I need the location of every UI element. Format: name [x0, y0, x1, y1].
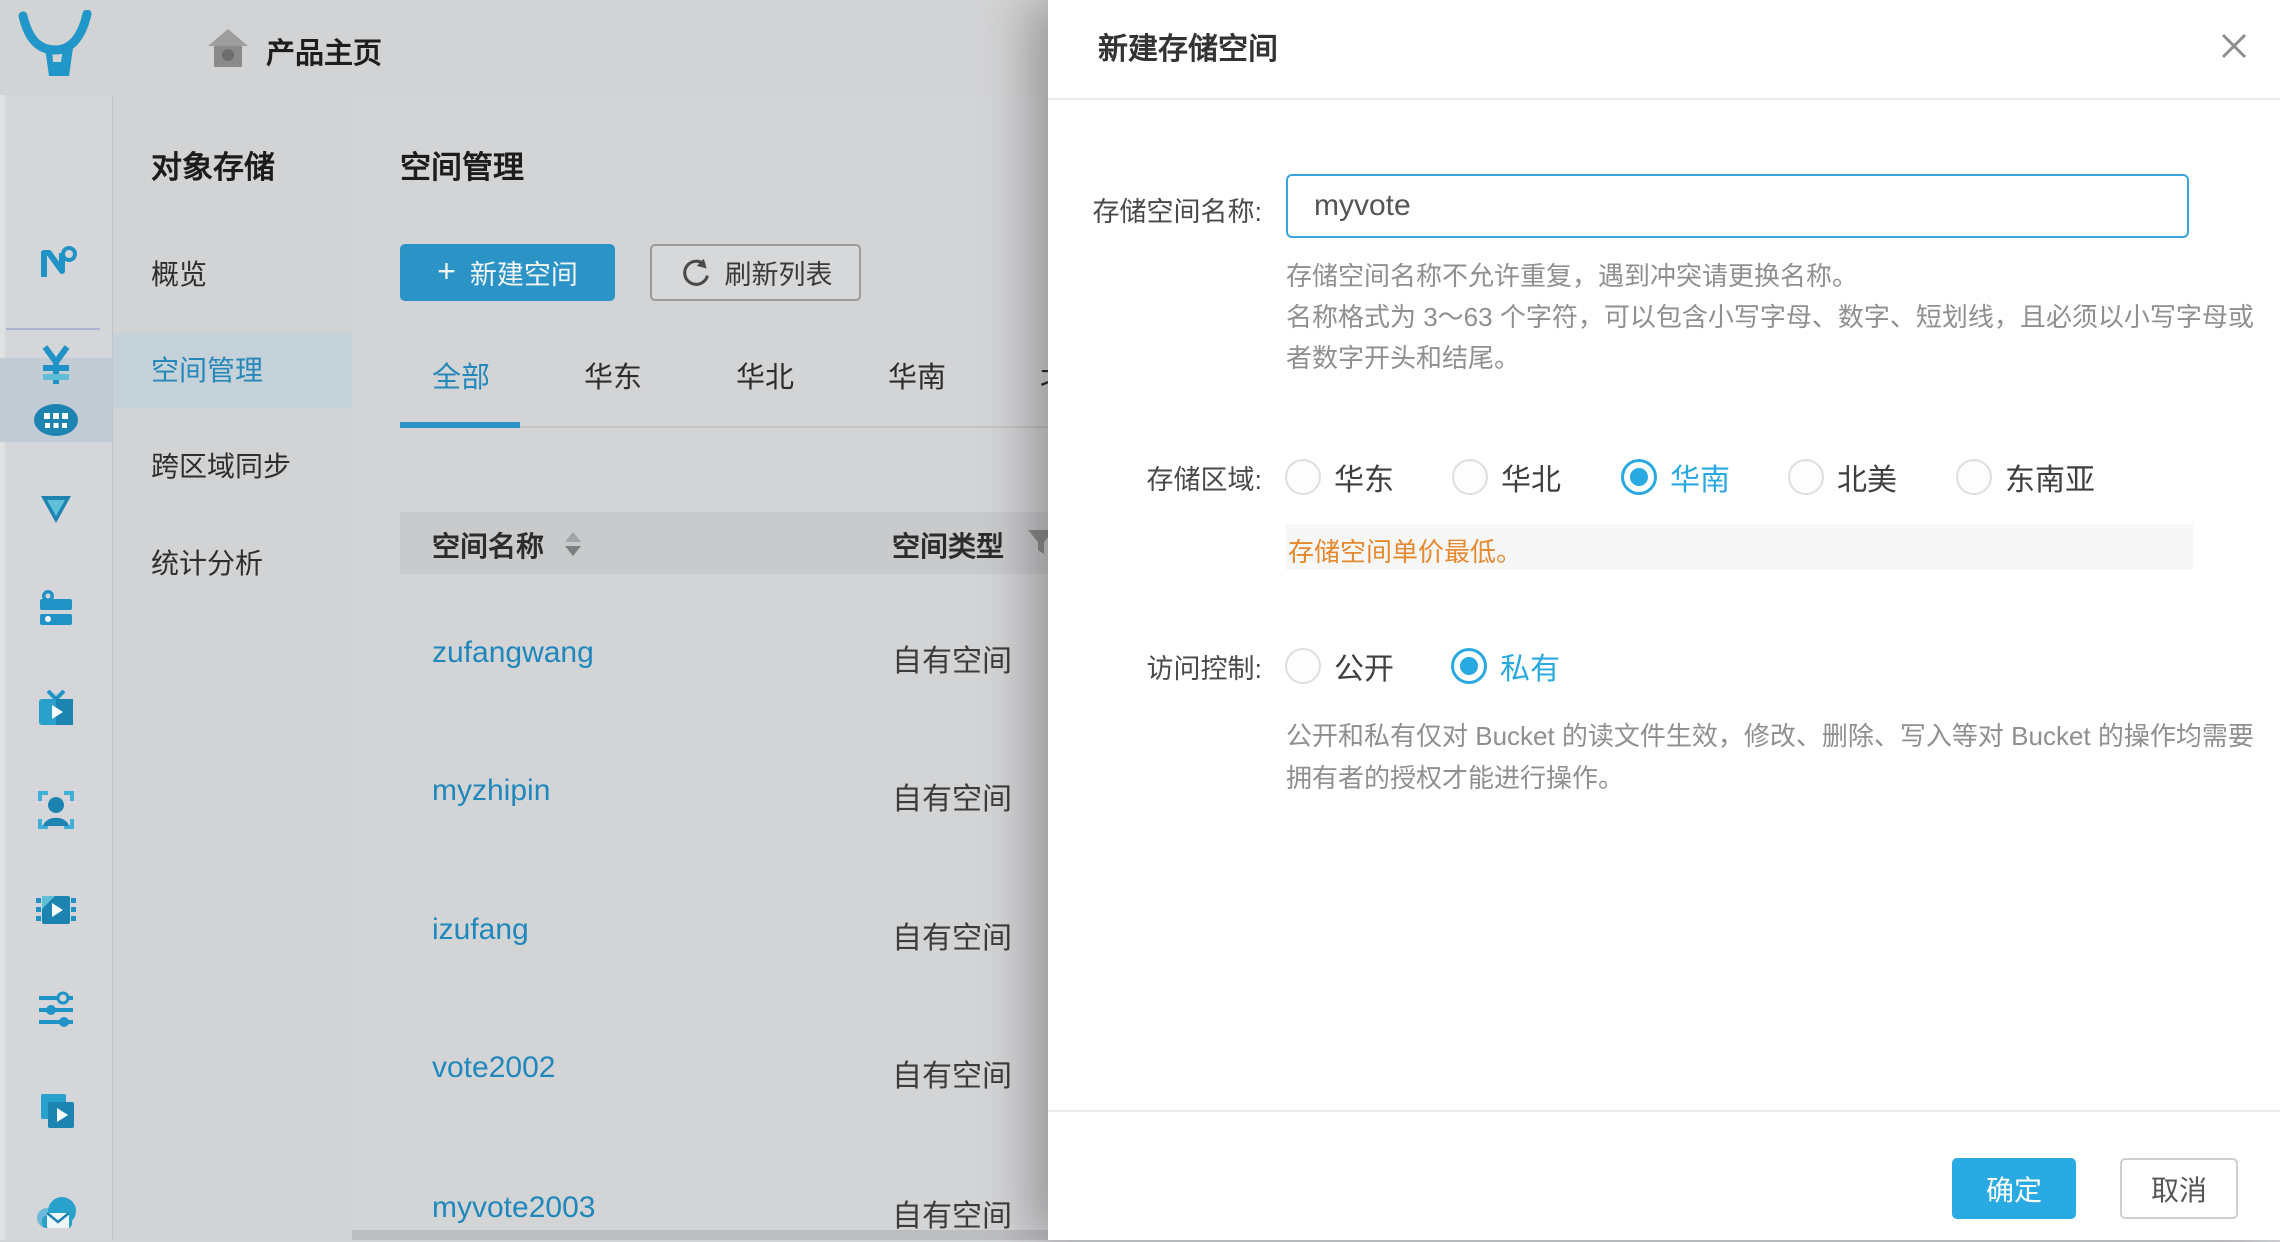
new-space-button-label: 新建空间: [470, 253, 578, 292]
nav-logo-n-icon[interactable]: [0, 231, 112, 295]
bucket-type: 自有空间: [892, 913, 1012, 957]
icon-sidebar: [0, 95, 113, 1240]
sidebar-item-statistics[interactable]: 统计分析: [113, 536, 352, 592]
refresh-icon: [679, 257, 711, 289]
page-title: 空间管理: [400, 142, 524, 187]
bucket-type: 自有空间: [892, 1051, 1012, 1095]
nav-object-storage-icon[interactable]: [0, 378, 112, 462]
modal-footer-divider: [1048, 1110, 2280, 1112]
bucket-link[interactable]: myzhipin: [432, 774, 550, 807]
product-sidebar: 对象存储 概览 空间管理 跨区域同步 统计分析: [113, 95, 353, 1240]
nav-face-recognition-icon[interactable]: [0, 778, 112, 842]
region-radio-north-america[interactable]: 北美: [1788, 455, 1897, 499]
access-radio-private[interactable]: 私有: [1451, 644, 1560, 688]
tab-south-china[interactable]: 华南: [888, 356, 946, 400]
region-radio-southeast-asia[interactable]: 东南亚: [1956, 455, 2095, 499]
create-bucket-modal: 新建存储空间 存储空间名称: 存储空间名称不允许重复，遇到冲突请更换名称。 名称…: [1048, 0, 2280, 1240]
modal-title: 新建存储空间: [1098, 24, 1278, 68]
bucket-link[interactable]: myvote2003: [432, 1191, 595, 1224]
radio-circle: [1956, 459, 1992, 495]
horizontal-scrollbar[interactable]: [352, 1230, 1048, 1240]
bucket-link[interactable]: vote2002: [432, 1051, 555, 1084]
modal-header-divider: [1048, 98, 2280, 100]
sort-icon[interactable]: [565, 532, 581, 556]
table-row: myzhipin: [432, 774, 550, 808]
nav-film-processing-icon[interactable]: [0, 878, 112, 942]
tab-all[interactable]: 全部: [432, 356, 490, 400]
qiniu-logo-icon[interactable]: [16, 10, 94, 89]
sort-down-caret: [565, 546, 581, 556]
nav-video-stack-icon[interactable]: [0, 1079, 112, 1143]
radio-circle-checked: [1621, 459, 1657, 495]
cancel-button[interactable]: 取消: [2120, 1158, 2238, 1219]
nav-triangle-dora-icon[interactable]: [0, 477, 112, 541]
nav-server-list-icon[interactable]: [0, 577, 112, 641]
access-field-label: 访问控制:: [1048, 647, 1262, 686]
bucket-type: 自有空间: [892, 774, 1012, 818]
nav-sliders-tuning-icon[interactable]: [0, 978, 112, 1042]
sidebar-title: 对象存储: [151, 142, 275, 187]
close-icon[interactable]: [2212, 24, 2256, 68]
nav-cloud-mail-icon[interactable]: [0, 1178, 112, 1242]
radio-circle: [1285, 648, 1321, 684]
icon-sidebar-divider: [6, 328, 100, 330]
table-row: vote2002: [432, 1051, 555, 1085]
access-radio-public[interactable]: 公开: [1285, 644, 1394, 688]
bucket-type: 自有空间: [892, 1191, 1012, 1235]
nav-tv-live-icon[interactable]: [0, 678, 112, 742]
region-field-label: 存储区域:: [1048, 458, 1262, 497]
refresh-button-label: 刷新列表: [725, 253, 833, 292]
table-row: zufangwang: [432, 636, 594, 670]
product-home-label[interactable]: 产品主页: [266, 30, 382, 72]
region-radio-east-china[interactable]: 华东: [1285, 455, 1394, 499]
sidebar-item-space-management[interactable]: 空间管理: [113, 333, 352, 409]
column-header-space-name: 空间名称: [432, 525, 544, 565]
column-header-space-type: 空间类型: [892, 525, 1004, 565]
region-radio-south-china[interactable]: 华南: [1621, 455, 1730, 499]
tab-east-china[interactable]: 华东: [584, 356, 642, 400]
bucket-link[interactable]: izufang: [432, 913, 529, 946]
radio-circle: [1452, 459, 1488, 495]
name-field-label: 存储空间名称:: [1048, 190, 1262, 229]
region-note-text: 存储空间单价最低。: [1288, 532, 1522, 569]
sidebar-item-cross-region-sync[interactable]: 跨区域同步: [113, 439, 352, 495]
radio-circle: [1788, 459, 1824, 495]
bucket-name-input[interactable]: [1286, 174, 2189, 238]
sort-up-caret: [565, 532, 581, 542]
bucket-type: 自有空间: [892, 636, 1012, 680]
active-tab-underline: [400, 422, 520, 428]
name-help-text: 存储空间名称不允许重复，遇到冲突请更换名称。 名称格式为 3～63 个字符，可以…: [1286, 256, 2254, 379]
access-help-text: 公开和私有仅对 Bucket 的读文件生效，修改、删除、写入等对 Bucket …: [1286, 715, 2254, 799]
refresh-list-button[interactable]: 刷新列表: [650, 244, 861, 301]
confirm-button[interactable]: 确定: [1952, 1158, 2076, 1219]
radio-circle-checked: [1451, 648, 1487, 684]
new-space-button[interactable]: + 新建空间: [400, 244, 615, 301]
plus-icon: +: [437, 255, 456, 287]
region-radio-north-china[interactable]: 华北: [1452, 455, 1561, 499]
bucket-link[interactable]: zufangwang: [432, 636, 594, 669]
tab-north-china[interactable]: 华北: [736, 356, 794, 400]
home-icon[interactable]: [205, 27, 251, 74]
radio-circle: [1285, 459, 1321, 495]
table-row: izufang: [432, 913, 529, 947]
table-row: myvote2003: [432, 1191, 595, 1225]
sidebar-item-overview[interactable]: 概览: [113, 247, 352, 303]
